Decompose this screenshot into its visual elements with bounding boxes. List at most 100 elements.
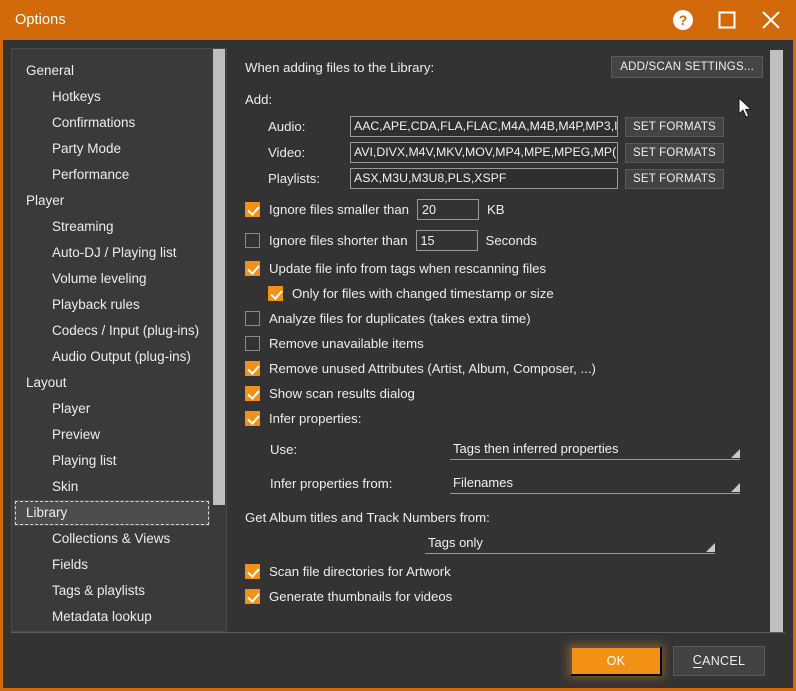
sidebar-item-metadata-lookup[interactable]: Metadata lookup	[12, 604, 212, 630]
ignore-smaller-checkbox[interactable]	[245, 202, 260, 217]
add-scan-settings-button[interactable]: ADD/SCAN SETTINGS...	[611, 56, 763, 78]
ignore-smaller-label: Ignore files smaller than	[269, 202, 410, 217]
help-icon: ?	[673, 10, 693, 30]
window-title: Options	[15, 12, 66, 28]
cancel-accel-letter: C	[692, 653, 703, 668]
checkbox-label: Infer properties:	[269, 411, 362, 426]
checkbox-container: Update file info from tags when rescanni…	[245, 261, 763, 426]
use-dropdown[interactable]: Tags then inferred properties	[450, 439, 740, 460]
sidebar-item-auto-dj-playing-list[interactable]: Auto-DJ / Playing list	[12, 240, 212, 266]
sidebar-item-playback-rules[interactable]: Playback rules	[12, 292, 212, 318]
checkbox-update-file-info-from-tags-when-rescanni[interactable]	[245, 261, 260, 276]
help-button[interactable]: ?	[661, 0, 705, 40]
checkbox-row: Generate thumbnails for videos	[245, 589, 763, 604]
format-label: Playlists:	[268, 171, 321, 186]
sidebar-scrollbar-track[interactable]	[212, 49, 226, 631]
sidebar-scrollbar-thumb[interactable]	[213, 49, 225, 505]
checkbox-scan-file-directories-for-artwork[interactable]	[245, 564, 260, 579]
infer-from-label: Infer properties from:	[270, 476, 393, 491]
checkbox-infer-properties[interactable]	[245, 411, 260, 426]
sidebar-item-tags-playlists[interactable]: Tags & playlists	[12, 578, 212, 604]
checkbox-generate-thumbnails-for-videos[interactable]	[245, 589, 260, 604]
sidebar-item-player[interactable]: Player	[12, 188, 212, 214]
ignore-shorter-unit: Seconds	[485, 233, 537, 248]
format-input[interactable]: ASX,M3U,M3U8,PLS,XSPF	[350, 168, 618, 189]
album-dropdown[interactable]: Tags only	[425, 533, 715, 554]
chevron-down-icon	[706, 543, 715, 552]
checkbox-row: Update file info from tags when rescanni…	[245, 261, 763, 276]
cancel-button[interactable]: C ANCEL	[673, 645, 765, 676]
ignore-shorter-checkbox[interactable]	[245, 233, 260, 248]
sidebar-item-confirmations[interactable]: Confirmations	[12, 110, 212, 136]
sidebar-item-volume-leveling[interactable]: Volume leveling	[12, 266, 212, 292]
checkbox-only-for-files-with-changed-timestamp-or[interactable]	[268, 286, 283, 301]
album-source-label: Get Album titles and Track Numbers from:	[245, 510, 490, 525]
set-formats-button[interactable]: SET FORMATS	[625, 116, 724, 137]
format-row: Audio: AAC,APE,CDA,FLA,FLAC,M4A,M4B,M4P,M…	[245, 116, 763, 137]
sidebar-item-fields[interactable]: Fields	[12, 552, 212, 578]
header-row: When adding files to the Library: ADD/SC…	[245, 56, 763, 78]
ignore-smaller-row: Ignore files smaller than KB	[245, 199, 763, 220]
content-scrollbar-thumb[interactable]	[770, 50, 783, 632]
checkbox-remove-unavailable-items[interactable]	[245, 336, 260, 351]
maximize-button[interactable]	[705, 0, 749, 40]
svg-text:?: ?	[679, 12, 688, 28]
chevron-down-icon	[731, 449, 740, 458]
use-label: Use:	[270, 442, 298, 457]
sidebar-item-layout[interactable]: Layout	[12, 370, 212, 396]
checkbox-label: Only for files with changed timestamp or…	[292, 286, 554, 301]
sidebar-item-preview[interactable]: Preview	[12, 422, 212, 448]
sidebar-item-hotkeys[interactable]: Hotkeys	[12, 84, 212, 110]
checkbox-analyze-files-for-duplicates-takes-extra[interactable]	[245, 311, 260, 326]
checkbox-row: Scan file directories for Artwork	[245, 564, 763, 579]
sidebar-item-general[interactable]: General	[12, 58, 212, 84]
set-formats-button[interactable]: SET FORMATS	[625, 142, 724, 163]
use-dropdown-value: Tags then inferred properties	[453, 441, 619, 456]
sidebar-item-player[interactable]: Player	[12, 396, 212, 422]
sidebar-item-skin[interactable]: Skin	[12, 474, 212, 500]
sidebar-item-playing-list[interactable]: Playing list	[12, 448, 212, 474]
checkbox-label: Generate thumbnails for videos	[269, 589, 453, 604]
ignore-smaller-input[interactable]	[417, 199, 480, 220]
infer-from-dropdown-row: Infer properties from: Filenames	[245, 473, 763, 494]
options-dialog: Options ? General Hotkeys Confirmations Par…	[0, 0, 796, 691]
dialog-footer: OK C ANCEL	[11, 632, 785, 688]
sidebar-item-party-mode[interactable]: Party Mode	[12, 136, 212, 162]
ignore-shorter-label: Ignore files shorter than	[269, 233, 408, 248]
dialog-body: General Hotkeys Confirmations Party Mode Per…	[3, 40, 793, 632]
set-formats-button[interactable]: SET FORMATS	[625, 168, 724, 189]
sidebar-item-codecs-input-plug-ins[interactable]: Codecs / Input (plug-ins)	[12, 318, 212, 344]
library-settings-panel: When adding files to the Library: ADD/SC…	[237, 48, 767, 632]
checkbox-row: Analyze files for duplicates (takes extr…	[245, 311, 763, 326]
bottom-checkbox-container: Scan file directories for Artwork Generat…	[245, 564, 763, 604]
title-bar: Options ?	[0, 0, 796, 40]
checkbox-label: Show scan results dialog	[269, 386, 415, 401]
sidebar-item-performance[interactable]: Performance	[12, 162, 212, 188]
format-label: Audio:	[268, 119, 306, 134]
checkbox-label: Remove unavailable items	[269, 336, 424, 351]
sidebar-item-audio-output-plug-ins[interactable]: Audio Output (plug-ins)	[12, 344, 212, 370]
ok-button[interactable]: OK	[570, 645, 662, 676]
ignore-shorter-row: Ignore files shorter than Seconds	[245, 230, 763, 251]
checkbox-row: Only for files with changed timestamp or…	[245, 286, 763, 301]
close-button[interactable]	[749, 0, 793, 40]
checkbox-row: Show scan results dialog	[245, 386, 763, 401]
sidebar-item-streaming[interactable]: Streaming	[12, 214, 212, 240]
infer-from-dropdown[interactable]: Filenames	[450, 473, 740, 494]
use-dropdown-row: Use: Tags then inferred properties	[245, 439, 763, 460]
checkbox-remove-unused-attributes-artist-album-co[interactable]	[245, 361, 260, 376]
cancel-label-rest: ANCEL	[702, 653, 746, 668]
checkbox-show-scan-results-dialog[interactable]	[245, 386, 260, 401]
checkbox-row: Remove unavailable items	[245, 336, 763, 351]
album-dropdown-row: Tags only	[245, 533, 763, 554]
sidebar-item-collections-views[interactable]: Collections & Views	[12, 526, 212, 552]
formats-container: Audio: AAC,APE,CDA,FLA,FLAC,M4A,M4B,M4P,M…	[245, 116, 763, 189]
sidebar-item-library[interactable]: Library	[14, 500, 210, 526]
checkbox-label: Remove unused Attributes (Artist, Album,…	[269, 361, 596, 376]
format-input[interactable]: AVI,DIVX,M4V,MKV,MOV,MP4,MPE,MPEG,MP(	[350, 142, 618, 163]
ignore-shorter-input[interactable]	[415, 230, 478, 251]
album-dropdown-value: Tags only	[428, 535, 483, 550]
format-input[interactable]: AAC,APE,CDA,FLA,FLAC,M4A,M4B,M4P,MP3,I	[350, 116, 618, 137]
section-heading: When adding files to the Library:	[245, 59, 435, 75]
ignore-smaller-unit: KB	[487, 202, 505, 217]
